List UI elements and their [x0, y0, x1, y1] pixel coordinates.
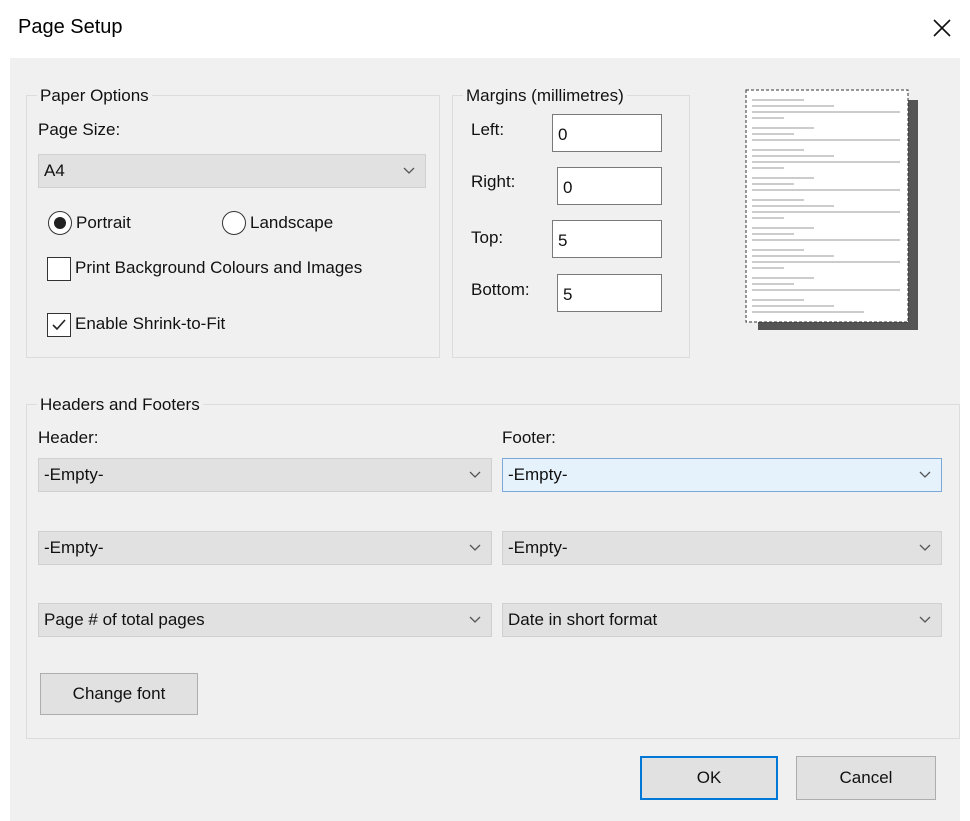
header-select-1-value: -Empty- — [44, 465, 104, 484]
page-size-select[interactable]: A4 — [38, 154, 426, 188]
checkmark-icon — [52, 319, 66, 331]
shrink-to-fit-label: Enable Shrink-to-Fit — [75, 314, 226, 333]
top-margin-label: Top: — [471, 228, 504, 247]
landscape-radio[interactable]: Landscape — [222, 211, 333, 235]
header-select-2-value: -Empty- — [44, 538, 104, 557]
chevron-down-icon — [919, 471, 931, 478]
print-background-box — [47, 257, 71, 281]
cancel-button[interactable]: Cancel — [796, 756, 936, 800]
print-background-checkbox[interactable]: Print Background Colours and Images — [47, 257, 367, 281]
shrink-to-fit-box — [47, 313, 71, 337]
chevron-down-icon — [403, 167, 415, 174]
change-font-button[interactable]: Change font — [40, 673, 198, 715]
bottom-margin-input[interactable]: 5 — [557, 274, 662, 312]
top-margin-input[interactable]: 5 — [552, 220, 662, 258]
chevron-down-icon — [469, 616, 481, 623]
close-button[interactable] — [926, 12, 958, 44]
paper-options-legend: Paper Options — [37, 86, 152, 106]
footer-select-3-value: Date in short format — [508, 610, 658, 629]
header-select-1[interactable]: -Empty- — [38, 458, 492, 492]
portrait-label: Portrait — [76, 213, 131, 232]
margins-legend: Margins (millimetres) — [463, 86, 627, 106]
shrink-to-fit-checkbox[interactable]: Enable Shrink-to-Fit — [47, 313, 225, 337]
header-select-2[interactable]: -Empty- — [38, 531, 492, 565]
dialog-title: Page Setup — [18, 16, 123, 38]
landscape-radio-circle — [222, 211, 246, 235]
title-bar: Page Setup — [0, 0, 970, 58]
right-margin-label: Right: — [471, 172, 516, 191]
page-size-value: A4 — [44, 161, 65, 180]
footer-select-1-value: -Empty- — [508, 465, 568, 484]
bottom-margin-label: Bottom: — [471, 280, 530, 299]
page-preview-icon — [745, 89, 918, 330]
radio-selected-dot — [54, 217, 66, 229]
portrait-radio[interactable]: Portrait — [48, 211, 131, 235]
dialog-body: Paper Options Page Size: A4 Portrait Lan… — [10, 58, 960, 821]
footer-label: Footer: — [502, 428, 556, 447]
header-select-3-value: Page # of total pages — [44, 610, 205, 629]
chevron-down-icon — [919, 616, 931, 623]
header-select-3[interactable]: Page # of total pages — [38, 603, 492, 637]
portrait-radio-circle — [48, 211, 72, 235]
left-margin-label: Left: — [471, 120, 505, 139]
left-margin-input[interactable]: 0 — [552, 114, 662, 152]
landscape-label: Landscape — [250, 213, 334, 232]
chevron-down-icon — [919, 544, 931, 551]
footer-select-2[interactable]: -Empty- — [502, 531, 942, 565]
header-label: Header: — [38, 428, 99, 447]
footer-select-3[interactable]: Date in short format — [502, 603, 942, 637]
right-margin-input[interactable]: 0 — [557, 167, 662, 205]
ok-button[interactable]: OK — [640, 756, 778, 800]
page-size-label: Page Size: — [38, 120, 121, 139]
chevron-down-icon — [469, 471, 481, 478]
print-background-label: Print Background Colours and Images — [75, 258, 363, 277]
headers-footers-legend: Headers and Footers — [37, 395, 203, 415]
close-icon — [933, 19, 951, 37]
footer-select-1[interactable]: -Empty- — [502, 458, 942, 492]
chevron-down-icon — [469, 544, 481, 551]
footer-select-2-value: -Empty- — [508, 538, 568, 557]
